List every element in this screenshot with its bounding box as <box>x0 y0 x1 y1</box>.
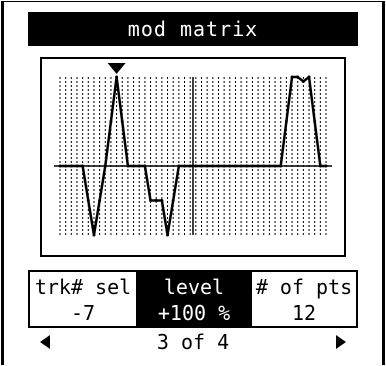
curve-point <box>250 164 254 168</box>
curve-point <box>75 164 79 168</box>
curve-point <box>216 164 220 168</box>
curve-point <box>211 164 215 168</box>
curve-point <box>81 164 85 168</box>
parameter-row: trk# sel -7 level +100 % # of pts 12 <box>28 270 358 328</box>
page-title: mod matrix <box>28 12 358 46</box>
param-trk-sel-value: -7 <box>70 301 96 325</box>
curve-point <box>307 75 311 79</box>
curve-point <box>171 199 175 202</box>
curve-point <box>222 164 226 168</box>
param-level-value: +100 % <box>157 301 231 325</box>
curve-point <box>228 164 232 168</box>
curve-point <box>154 199 158 202</box>
curve-point <box>183 164 187 168</box>
curve-point <box>199 164 203 168</box>
curve-point <box>267 164 271 168</box>
curve-point <box>313 120 317 123</box>
curve-point <box>103 164 107 168</box>
curve-point <box>233 164 237 168</box>
curve-point <box>318 164 322 168</box>
triangle-down-icon[interactable] <box>107 63 126 74</box>
curve-point <box>177 164 181 168</box>
curve-point <box>86 199 90 202</box>
param-trk-sel[interactable]: trk# sel -7 <box>28 270 138 328</box>
curve-point <box>205 164 209 168</box>
curve-point <box>126 164 130 168</box>
param-num-pts[interactable]: # of pts 12 <box>250 270 358 328</box>
param-num-pts-value: 12 <box>291 301 317 325</box>
curve-point <box>115 75 119 79</box>
mod-curve-graph[interactable] <box>40 57 346 257</box>
curve-point <box>132 164 136 168</box>
curve-point <box>301 79 305 83</box>
curve-point <box>262 164 266 168</box>
curve-point <box>143 164 147 168</box>
mod-curve-svg <box>54 63 332 237</box>
curve-point <box>194 164 198 168</box>
param-num-pts-label: # of pts <box>255 275 353 299</box>
param-level-label: level <box>163 275 225 299</box>
curve-point <box>273 164 277 168</box>
curve-point <box>290 75 294 79</box>
curve-point <box>137 164 141 168</box>
curve-point <box>284 120 288 123</box>
curve-point <box>58 164 62 168</box>
curve-point <box>120 120 124 123</box>
curve-point <box>279 164 283 168</box>
curve-point <box>64 164 68 168</box>
curve-point <box>245 164 249 168</box>
curve-point <box>98 199 102 202</box>
curve-point <box>188 164 192 168</box>
curve-point <box>296 75 300 79</box>
curve-point <box>256 164 260 168</box>
pager: 3 of 4 <box>28 330 358 354</box>
curve-point <box>160 199 164 202</box>
curve-point <box>166 233 170 237</box>
curve-point <box>69 164 73 168</box>
curve-point <box>324 164 328 168</box>
page-indicator: 3 of 4 <box>156 330 230 354</box>
curve-point <box>239 164 243 168</box>
curve-point <box>149 199 153 202</box>
curve-point <box>92 233 96 237</box>
param-trk-sel-label: trk# sel <box>34 275 132 299</box>
curve-point <box>109 120 113 123</box>
param-level[interactable]: level +100 % <box>138 270 250 328</box>
triangle-right-icon[interactable] <box>336 335 346 349</box>
